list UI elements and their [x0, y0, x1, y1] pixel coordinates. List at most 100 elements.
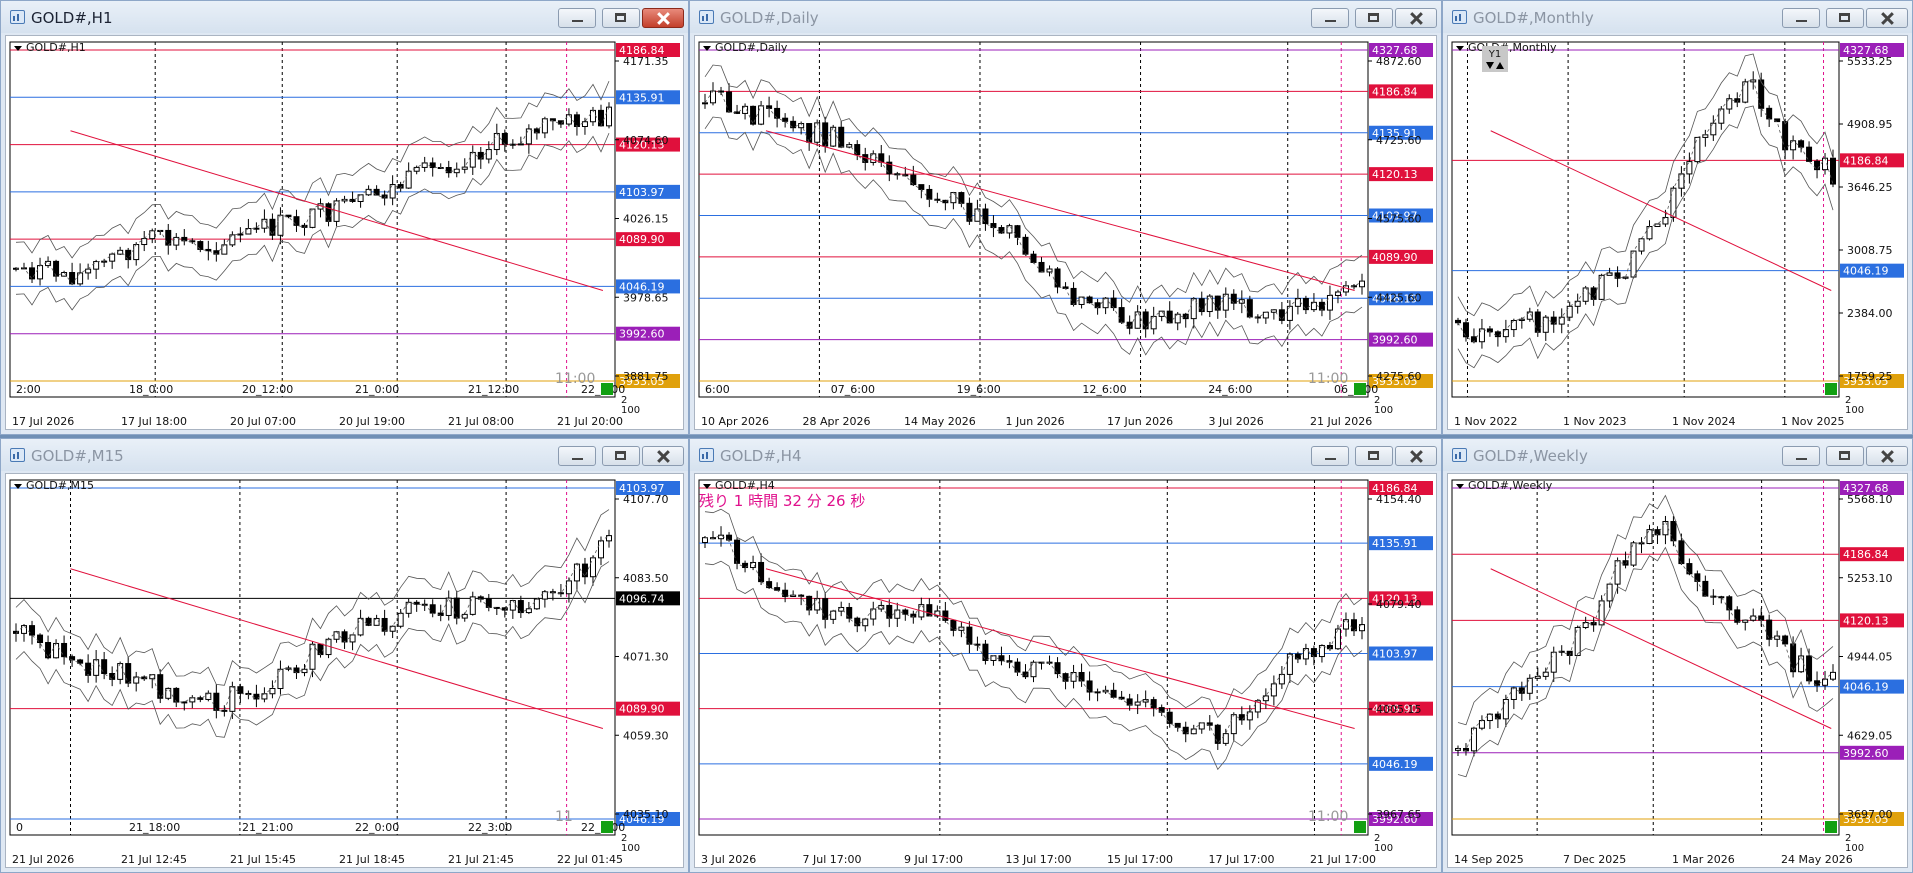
candle-bull: [469, 151, 476, 168]
close-button[interactable]: [1395, 446, 1437, 466]
y-tick-label: 4154.40: [1376, 493, 1422, 506]
chart-symbol-label: GOLD#,H4: [715, 479, 775, 492]
candle-bear: [125, 663, 132, 684]
y-tick-label: 4725.60: [1376, 134, 1422, 147]
maximize-button[interactable]: [1826, 446, 1864, 466]
x-tick-label: 24 May 2026: [1781, 853, 1853, 866]
x-tick-label-inner: 22_0:00: [355, 821, 399, 834]
title-bar[interactable]: GOLD#,Daily: [690, 1, 1441, 33]
close-button[interactable]: [642, 8, 684, 28]
plot-area[interactable]: [698, 479, 1369, 836]
minimize-button[interactable]: [1782, 446, 1820, 466]
candle-bear: [1214, 295, 1221, 311]
candlestick-chart[interactable]: 4327.684186.844135.914120.134103.974089.…: [695, 36, 1438, 433]
candle-bull: [702, 537, 708, 543]
maximize-button[interactable]: [1826, 8, 1864, 28]
candle-bear: [453, 597, 460, 619]
plot-area[interactable]: [1451, 41, 1840, 398]
candle-bear: [1830, 157, 1836, 185]
y-tick-label: 4629.05: [1847, 729, 1893, 742]
candle-bear: [982, 643, 989, 661]
price-chart[interactable]: 4103.97 4096.74 4089.90 4046.19 4107.70 4083.…: [5, 473, 684, 868]
candle-bear: [918, 184, 925, 190]
candle-bear: [1686, 563, 1693, 575]
minimize-button[interactable]: [1782, 8, 1820, 28]
candle-bear: [822, 122, 829, 147]
candle-bear: [886, 604, 893, 619]
minimize-button[interactable]: [1311, 446, 1349, 466]
candle-bear: [1094, 302, 1101, 309]
candle-bull: [1070, 671, 1077, 682]
price-chart[interactable]: 4327.68 4186.84 4120.13 4046.19 3992.60 3933.…: [1447, 473, 1908, 868]
candlestick-chart[interactable]: 4327.684186.844046.193933.055533.254908.…: [1448, 36, 1909, 433]
plot-area[interactable]: [1451, 479, 1840, 836]
window-gold-h4[interactable]: GOLD#,H4 4186.84 4135.91 4120.13 4103.97 408…: [689, 438, 1442, 873]
candle-bull: [421, 162, 428, 168]
candle-bull: [1790, 140, 1797, 151]
candle-bear: [173, 687, 180, 703]
candle-bull: [109, 253, 116, 262]
candlestick-chart[interactable]: 4186.844135.914120.134103.974089.904046.…: [695, 474, 1438, 871]
auto-scroll-icon[interactable]: [1354, 383, 1366, 395]
candlestick-chart[interactable]: 4327.684186.844120.134046.193992.603933.…: [1448, 474, 1909, 871]
price-chart[interactable]: 4186.84 4135.91 4120.13 4103.97 4089.90 4046.…: [5, 35, 684, 430]
auto-scroll-icon[interactable]: [1825, 821, 1837, 833]
y-tick-label: 3008.75: [1847, 244, 1893, 257]
auto-scroll-icon[interactable]: [601, 383, 613, 395]
candle-bull: [870, 153, 877, 163]
auto-scroll-icon[interactable]: [1825, 383, 1837, 395]
candle-bull: [1566, 305, 1573, 318]
minimize-button[interactable]: [1311, 8, 1349, 28]
candlestick-chart[interactable]: 4186.844135.914120.134103.974089.904046.…: [6, 36, 685, 433]
price-chart[interactable]: 4186.84 4135.91 4120.13 4103.97 4089.90 4046.…: [694, 473, 1437, 868]
window-gold-m15[interactable]: GOLD#,M15 4103.97 4096.74 4089.90 4046.19 41…: [0, 438, 689, 873]
title-bar[interactable]: GOLD#,Weekly: [1443, 439, 1912, 471]
candlestick-chart[interactable]: 4103.974096.744089.904046.194107.704083.…: [6, 474, 685, 871]
candle-bear: [1022, 236, 1029, 255]
auto-scroll-icon[interactable]: [1354, 821, 1366, 833]
maximize-button[interactable]: [602, 8, 640, 28]
y-tick-label: 4171.35: [623, 55, 669, 68]
x-tick-label-inner: 19_6:00: [957, 383, 1001, 396]
window-gold-daily[interactable]: GOLD#,Daily 4327.68 4186.84 4135.91 4120.13…: [689, 0, 1442, 435]
minimize-button[interactable]: [558, 8, 596, 28]
price-chart[interactable]: 4327.68 4186.84 4046.19 3933.05 5533.25 4908.…: [1447, 35, 1908, 430]
price-chart[interactable]: 4327.68 4186.84 4135.91 4120.13 4103.97 4089.…: [694, 35, 1437, 430]
window-gold-weekly[interactable]: GOLD#,Weekly 4327.68 4186.84 4120.13 4046.1…: [1442, 438, 1913, 873]
candle-bear: [1670, 520, 1677, 542]
axis-corner-label: 100: [1845, 405, 1864, 416]
minimize-button[interactable]: [558, 446, 596, 466]
close-button[interactable]: [1395, 8, 1437, 28]
candle-bear: [758, 561, 765, 583]
candle-bear: [878, 153, 885, 163]
close-button[interactable]: [642, 446, 684, 466]
y-tick-label: 3646.25: [1847, 181, 1893, 194]
maximize-button[interactable]: [1355, 8, 1393, 28]
candle-bull: [1470, 727, 1477, 752]
bollinger-band: [15, 80, 610, 259]
level-price-label: 4135.91: [619, 91, 665, 104]
auto-scroll-icon[interactable]: [601, 821, 613, 833]
clock-label: 11:00: [1308, 809, 1348, 825]
candle-bull: [1478, 328, 1485, 343]
title-bar[interactable]: GOLD#,Monthly: [1443, 1, 1912, 33]
title-bar[interactable]: GOLD#,M15: [1, 439, 688, 471]
candle-bear: [1790, 643, 1797, 673]
y-tick-label: 4071.30: [623, 651, 669, 664]
candle-bear: [910, 174, 917, 186]
candle-bear: [966, 626, 973, 645]
x-tick-label: 21 Jul 20:00: [557, 415, 623, 428]
maximize-button[interactable]: [602, 446, 640, 466]
title-bar[interactable]: GOLD#,H1: [1, 1, 688, 33]
candle-bull: [277, 668, 284, 690]
window-gold-monthly[interactable]: GOLD#,Monthly 4327.68 4186.84 4046.19 3933.…: [1442, 0, 1913, 435]
plot-area[interactable]: [698, 41, 1369, 398]
candle-bull: [229, 686, 236, 712]
maximize-button[interactable]: [1355, 446, 1393, 466]
window-gold-h1[interactable]: GOLD#,H1 4186.84 4135.91 4120.13 4103.97 408…: [0, 0, 689, 435]
close-button[interactable]: [1866, 8, 1908, 28]
x-tick-label: 17 Jul 17:00: [1209, 853, 1275, 866]
title-bar[interactable]: GOLD#,H4: [690, 439, 1441, 471]
candle-bear: [341, 631, 348, 643]
close-button[interactable]: [1866, 446, 1908, 466]
